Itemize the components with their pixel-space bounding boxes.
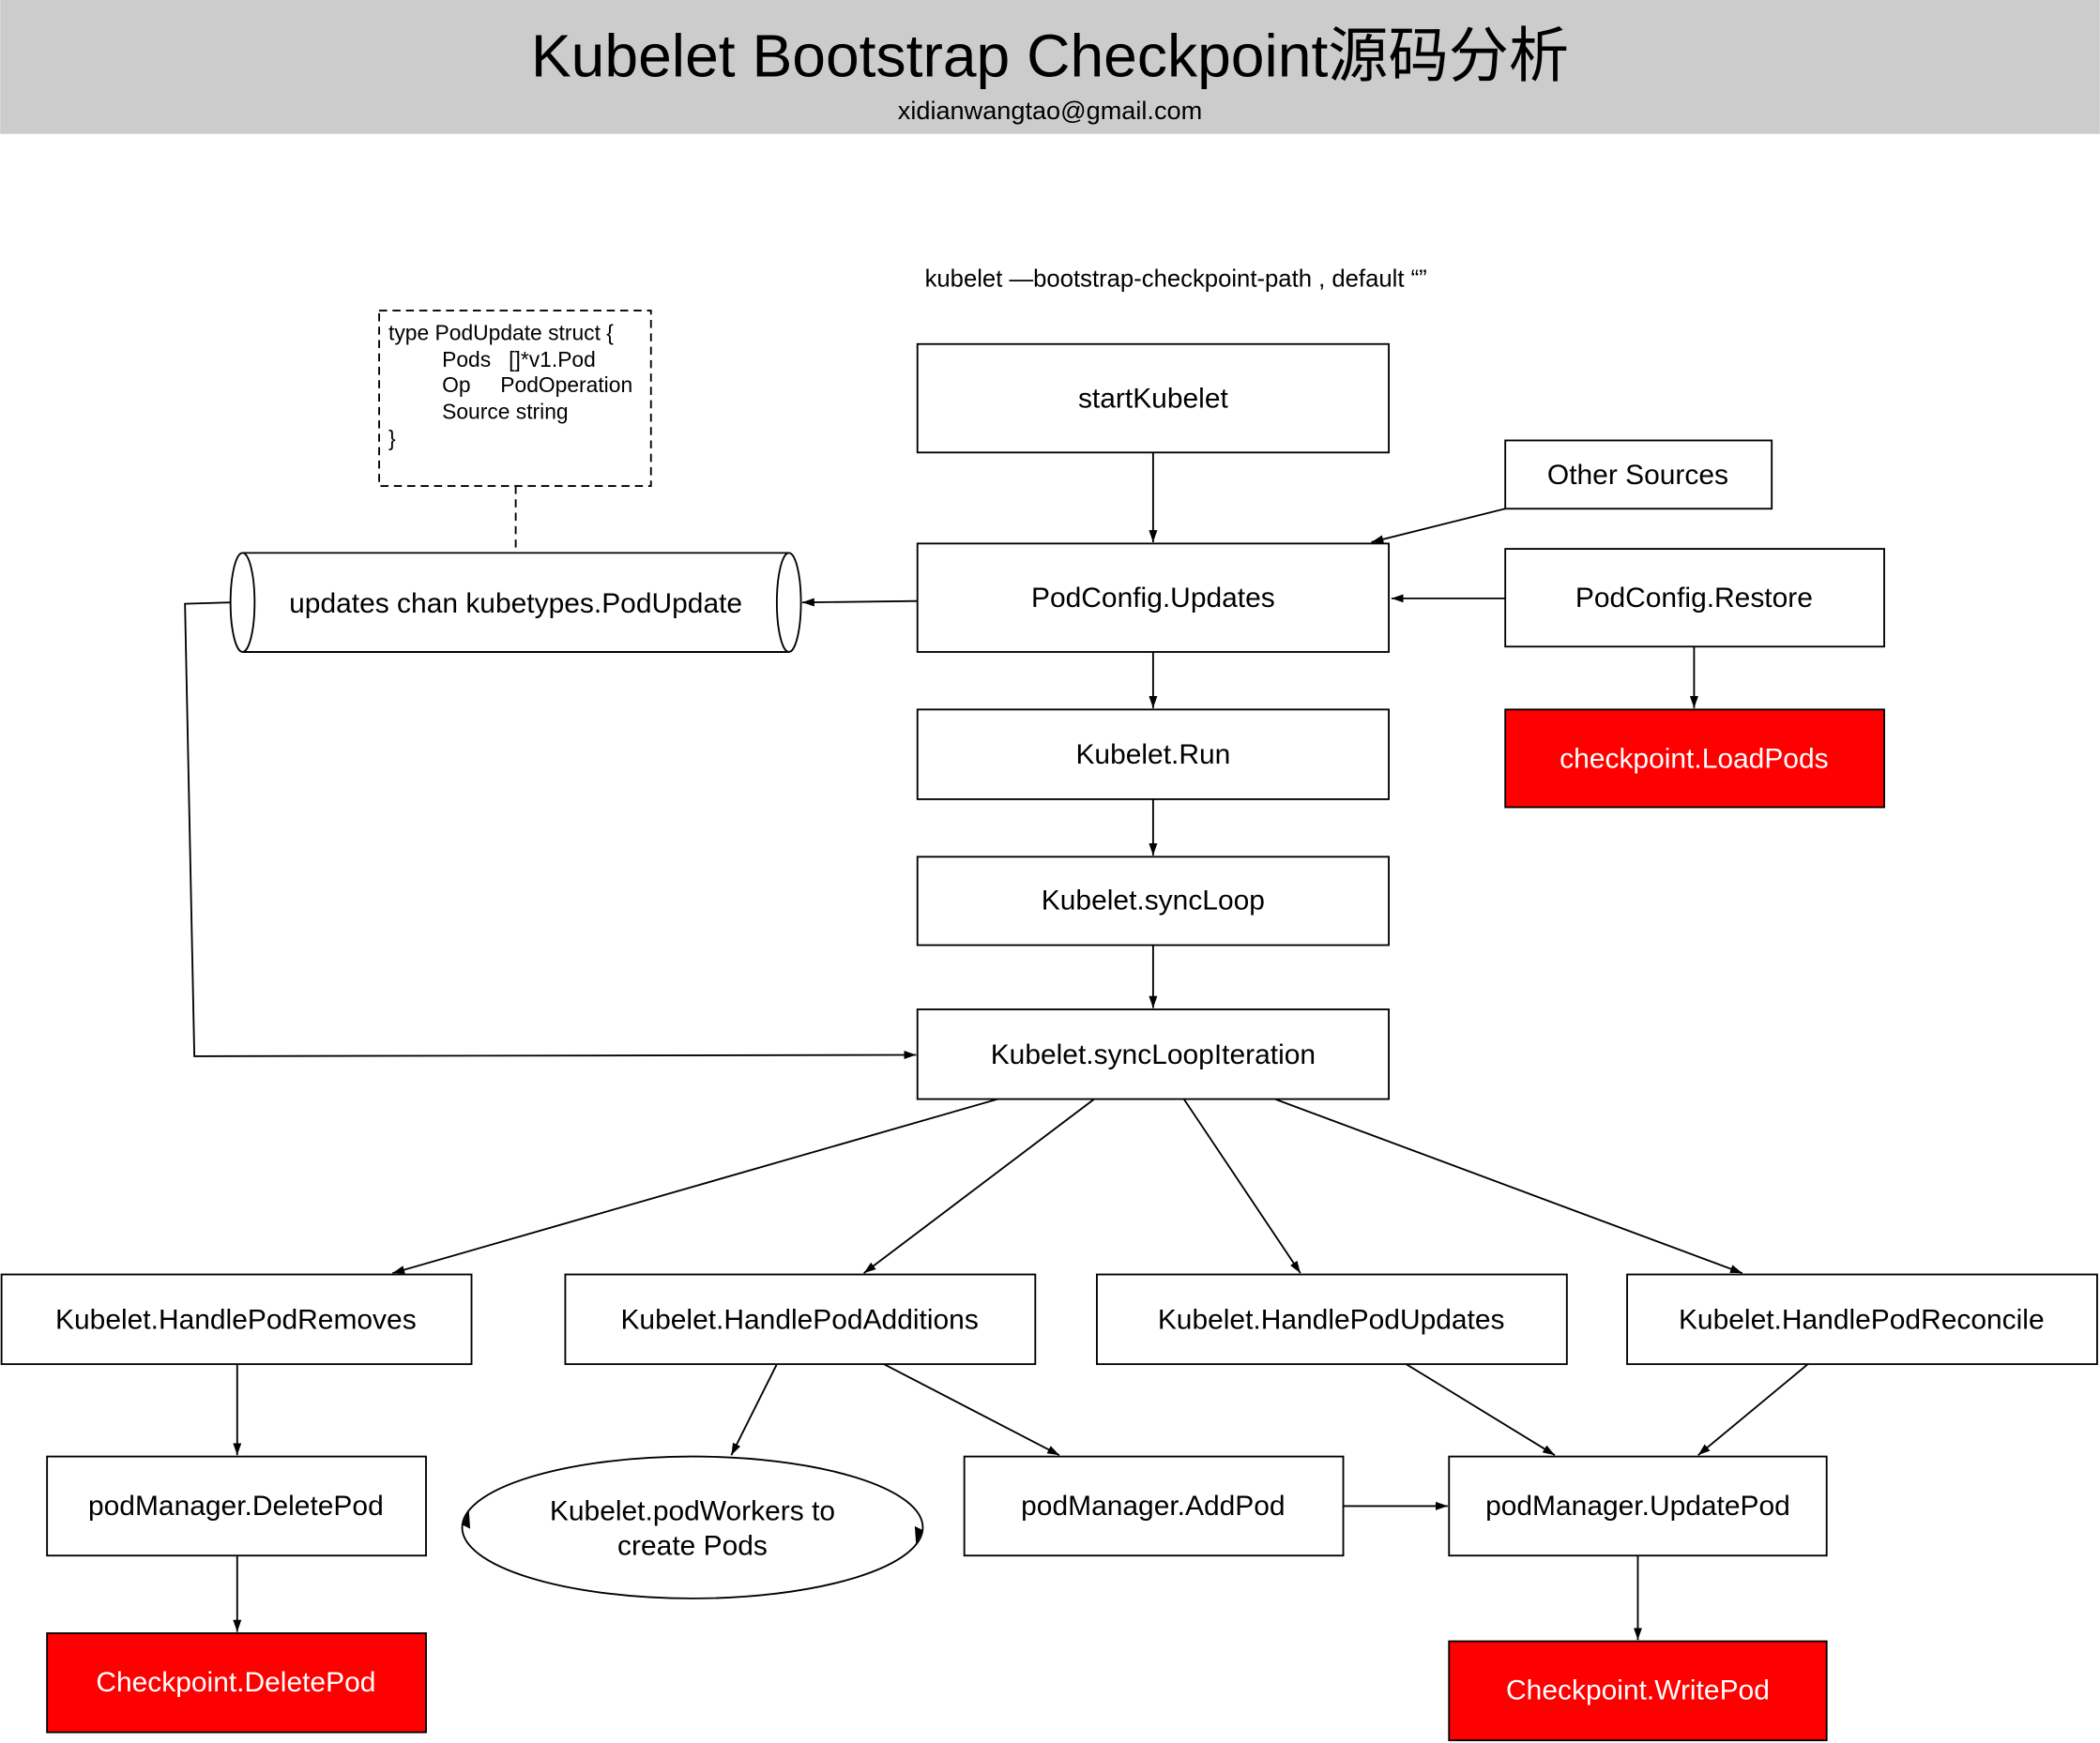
node-start-kubelet[interactable]: startKubelet [916,342,1390,454]
node-label: checkpoint.LoadPods [1560,743,1828,774]
node-label: podManager.AddPod [1021,1491,1285,1522]
node-kubelet-run[interactable]: Kubelet.Run [916,708,1390,800]
node-label-line2: create Pods [617,1531,768,1562]
node-kubelet-sync-loop-iteration[interactable]: Kubelet.syncLoopIteration [916,1008,1390,1100]
channel-label: updates chan kubetypes.PodUpdate [289,588,742,619]
diagram-canvas: Kubelet Bootstrap Checkpoint源码分析 xidianw… [0,0,2100,1742]
node-label: Other Sources [1547,460,1728,491]
edge-iteration-to-updates [1182,1099,1301,1274]
author-email: xidianwangtao@gmail.com [898,96,1202,125]
edge-podconfig-to-channel [801,598,918,607]
node-label: Checkpoint.WritePod [1506,1675,1770,1706]
struct-note-line: type PodUpdate struct { [388,320,614,344]
node-checkpoint-delete-pod[interactable]: Checkpoint.DeletePod [46,1632,427,1734]
struct-note-line: Source string [442,400,569,424]
node-pod-manager-update-pod[interactable]: podManager.UpdatePod [1448,1455,1828,1557]
node-label: podManager.UpdatePod [1485,1491,1790,1522]
node-label: Kubelet.HandlePodAdditions [620,1304,978,1335]
node-label: Kubelet.Run [1075,739,1230,770]
node-pod-config-updates[interactable]: PodConfig.Updates [916,542,1390,653]
struct-note-line: Op PodOperation [442,372,632,397]
node-ellipse [461,1455,924,1599]
node-kubelet-sync-loop[interactable]: Kubelet.syncLoop [916,856,1390,947]
struct-note-line: } [388,426,396,450]
node-checkpoint-write-pod[interactable]: Checkpoint.WritePod [1448,1640,1828,1742]
node-pod-config-restore[interactable]: PodConfig.Restore [1504,548,1885,648]
edge-othersources-to-podconfig [1371,508,1506,544]
header: Kubelet Bootstrap Checkpoint源码分析 xidianw… [0,0,2100,134]
node-pod-manager-add-pod[interactable]: podManager.AddPod [963,1455,1345,1557]
edge-updates-to-updatepod [1406,1363,1556,1456]
edge-reconcile-to-updatepod [1697,1363,1809,1456]
node-label: Checkpoint.DeletePod [96,1667,375,1698]
node-label: Kubelet.syncLoopIteration [991,1039,1316,1070]
page-title: Kubelet Bootstrap Checkpoint源码分析 [531,22,1569,89]
node-other-sources[interactable]: Other Sources [1504,439,1773,510]
node-label-line1: Kubelet.podWorkers to [550,1495,835,1526]
node-pod-manager-delete-pod[interactable]: podManager.DeletePod [46,1455,427,1557]
node-label: PodConfig.Restore [1575,583,1813,614]
subtitle-flag-note: kubelet —bootstrap-checkpoint-path , def… [925,265,1427,292]
channel-left-cap [229,552,256,653]
node-label: podManager.DeletePod [88,1491,384,1522]
node-label: Kubelet.HandlePodUpdates [1158,1304,1505,1335]
node-handle-pod-reconcile[interactable]: Kubelet.HandlePodReconcile [1626,1273,2098,1366]
edge-additions-to-podworkers [730,1363,778,1456]
edge-iteration-to-reconcile [1274,1098,1743,1274]
edge-iteration-to-removes [392,1098,998,1275]
node-label: Kubelet.HandlePodRemoves [55,1304,417,1335]
edge-iteration-to-additions [863,1098,1095,1274]
node-checkpoint-load-pods[interactable]: checkpoint.LoadPods [1504,708,1885,809]
node-label: Kubelet.syncLoop [1042,886,1265,917]
node-label: Kubelet.HandlePodReconcile [1679,1304,2045,1335]
node-handle-pod-additions[interactable]: Kubelet.HandlePodAdditions [564,1273,1037,1366]
node-handle-pod-updates[interactable]: Kubelet.HandlePodUpdates [1096,1273,1568,1366]
struct-note: type PodUpdate struct { Pods []*v1.Pod O… [378,310,652,487]
struct-note-line: Pods []*v1.Pod [442,347,596,371]
node-pod-workers[interactable]: Kubelet.podWorkers to create Pods [461,1455,924,1599]
node-handle-pod-removes[interactable]: Kubelet.HandlePodRemoves [0,1273,473,1366]
edge-additions-to-addpod [883,1363,1060,1457]
node-label: PodConfig.Updates [1031,583,1275,614]
node-label: startKubelet [1078,384,1229,415]
updates-channel[interactable]: updates chan kubetypes.PodUpdate [229,552,802,653]
edge-channel-to-syncloopiteration [184,601,917,1060]
